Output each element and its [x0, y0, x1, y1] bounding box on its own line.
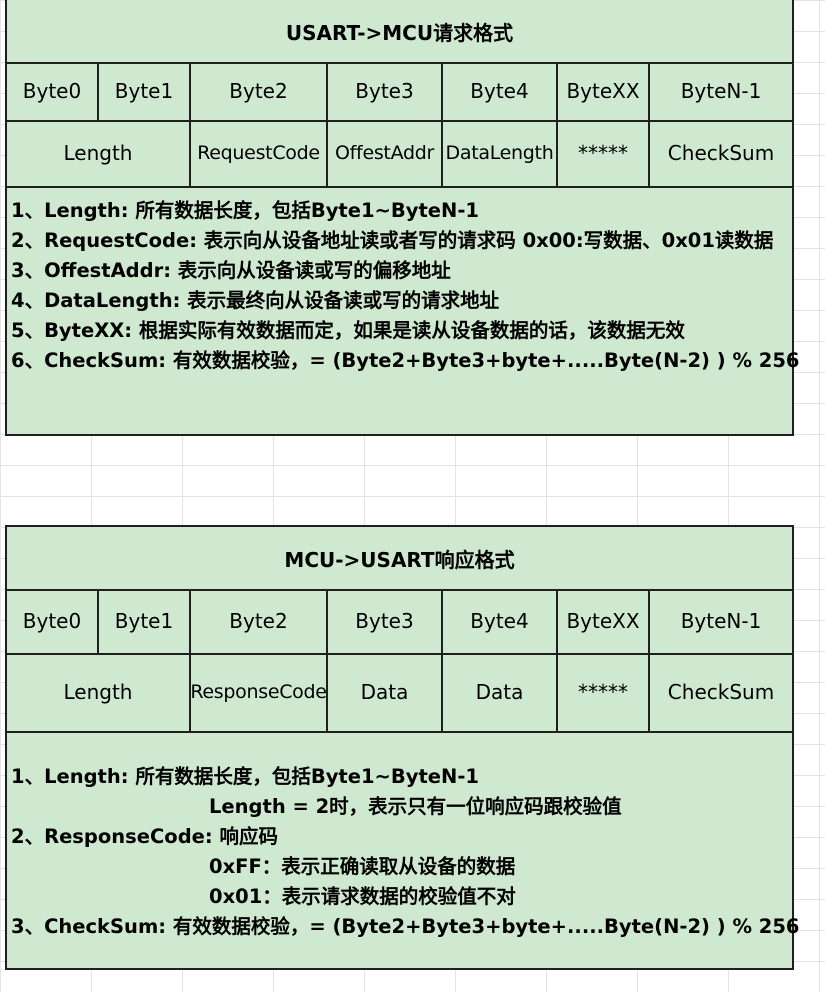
- note-line: 6、CheckSum: 有效数据校验，= (Byte2+Byte3+byte+.…: [11, 349, 800, 372]
- byte-cell: Byte1: [99, 589, 191, 653]
- table-title: MCU->USART响应格式: [7, 527, 792, 591]
- note-line: 2、RequestCode: 表示向从设备地址读或者写的请求码 0x00:写数据…: [11, 229, 774, 252]
- byte-cell: Byte0: [7, 62, 99, 120]
- field-cell: DataLength: [443, 120, 558, 186]
- field-cell: Length: [7, 120, 191, 186]
- note-line: 0xFF：表示正确读取从设备的数据: [209, 855, 516, 878]
- note-line: 1、Length: 所有数据长度，包括Byte1~ByteN-1: [11, 765, 479, 788]
- field-cell: OffestAddr: [328, 120, 443, 186]
- note-line: 4、DataLength: 表示最终向从设备读或写的请求地址: [11, 289, 500, 312]
- note-line: 3、CheckSum: 有效数据校验，= (Byte2+Byte3+byte+.…: [11, 915, 800, 938]
- byte-cell: ByteXX: [558, 62, 650, 120]
- note-line: 0x01：表示请求数据的校验值不对: [209, 885, 516, 908]
- byte-header-row: Byte0 Byte1 Byte2 Byte3 Byte4 ByteXX Byt…: [7, 589, 792, 655]
- notes-block: 1、Length: 所有数据长度，包括Byte1~ByteN-1 Length …: [11, 762, 800, 942]
- field-cell: CheckSum: [667, 680, 775, 704]
- note-line: 1、Length: 所有数据长度，包括Byte1~ByteN-1: [11, 199, 479, 222]
- byte-cell: ByteN-1: [680, 79, 762, 103]
- byte-cell: ByteXX: [558, 589, 650, 653]
- byte-cell: Byte0: [7, 589, 99, 653]
- field-cell: *****: [558, 653, 650, 731]
- request-format-table: USART->MCU请求格式 Byte0 Byte1 Byte2 Byte3 B…: [5, 0, 800, 436]
- field-cell: CheckSum: [667, 141, 775, 165]
- note-line: 5、ByteXX: 根据实际有效数据而定，如果是读从设备数据的话，该数据无效: [11, 319, 685, 342]
- field-row: Length RequestCode OffestAddr DataLength…: [7, 120, 792, 188]
- byte-cell: Byte3: [328, 589, 443, 653]
- byte-cell: Byte4: [443, 62, 558, 120]
- byte-cell: Byte4: [443, 589, 558, 653]
- table-title: USART->MCU请求格式: [7, 0, 792, 64]
- response-format-table: MCU->USART响应格式 Byte0 Byte1 Byte2 Byte3 B…: [5, 525, 800, 970]
- note-line: Length = 2时，表示只有一位响应码跟校验值: [209, 795, 622, 818]
- byte-cell: Byte2: [191, 589, 328, 653]
- byte-cell: Byte3: [328, 62, 443, 120]
- notes-block: 1、Length: 所有数据长度，包括Byte1~ByteN-1 2、Reque…: [11, 196, 800, 376]
- field-cell: Data: [328, 653, 443, 731]
- byte-cell: Byte1: [99, 62, 191, 120]
- byte-cell: ByteN-1: [680, 609, 762, 633]
- field-cell: *****: [558, 120, 650, 186]
- byte-cell: Byte2: [191, 62, 328, 120]
- field-cell: ResponseCode: [191, 653, 328, 731]
- field-row: Length ResponseCode Data Data ***** Chec…: [7, 653, 792, 733]
- byte-header-row: Byte0 Byte1 Byte2 Byte3 Byte4 ByteXX Byt…: [7, 62, 792, 122]
- field-cell: Length: [7, 653, 191, 731]
- field-cell: Data: [443, 653, 558, 731]
- note-line: 3、OffestAddr: 表示向从设备读或写的偏移地址: [11, 259, 451, 282]
- field-cell: RequestCode: [191, 120, 328, 186]
- note-line: 2、ResponseCode: 响应码: [11, 825, 278, 848]
